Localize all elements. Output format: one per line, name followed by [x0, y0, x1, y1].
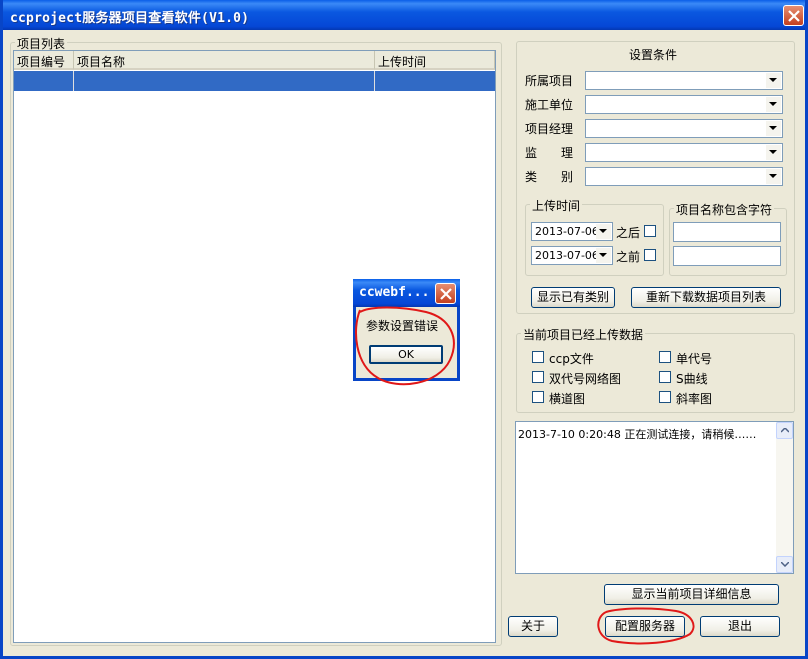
chevron-down-icon — [766, 121, 781, 136]
name-contains-input-2[interactable] — [673, 246, 781, 266]
show-types-button[interactable]: 显示已有类别 — [531, 287, 615, 308]
close-icon — [440, 288, 452, 300]
column-upload-time[interactable]: 上传时间 — [375, 51, 495, 70]
single-code-checkbox[interactable] — [659, 351, 671, 363]
column-project-id[interactable]: 项目编号 — [14, 51, 74, 70]
chevron-down-icon — [596, 224, 611, 239]
field-label-manager: 项目经理 — [525, 122, 574, 136]
close-icon — [788, 10, 800, 22]
single-code-label: 单代号 — [676, 352, 713, 366]
uploaded-data-legend: 当前项目已经上传数据 — [521, 326, 646, 343]
field-label-supervisor: 监 理 — [525, 146, 574, 160]
window-title: ccproject服务器项目查看软件(V1.0) — [10, 11, 250, 26]
title-bar[interactable]: ccproject服务器项目查看软件(V1.0) — [3, 0, 805, 30]
about-button[interactable]: 关于 — [508, 616, 558, 637]
chevron-down-icon — [781, 562, 789, 567]
ccp-file-label: ccp文件 — [549, 352, 594, 366]
log-textarea[interactable]: 2013-7-10 0:20:48 正在测试连接，请稍候…… — [515, 421, 794, 574]
main-window: ccproject服务器项目查看软件(V1.0) 项目列表 项目编号 项目名称 … — [0, 0, 808, 659]
show-details-button[interactable]: 显示当前项目详细信息 — [604, 584, 779, 605]
dialog-title-bar[interactable]: ccwebf... — [353, 279, 460, 307]
manager-select[interactable] — [585, 119, 783, 138]
reload-list-button[interactable]: 重新下载数据项目列表 — [631, 287, 781, 308]
name-contains-input-1[interactable] — [673, 222, 781, 242]
table-row[interactable] — [14, 71, 495, 91]
upload-time-legend: 上传时间 — [530, 197, 583, 214]
chevron-down-icon — [766, 73, 781, 88]
log-line: 2013-7-10 0:20:48 正在测试连接，请稍候…… — [518, 428, 757, 441]
after-date-picker[interactable]: 2013-07-06 — [531, 222, 613, 241]
contractor-select[interactable] — [585, 95, 783, 114]
config-server-button[interactable]: 配置服务器 — [605, 616, 685, 637]
scroll-up-button[interactable] — [776, 422, 793, 439]
conditions-heading: 设置条件 — [629, 48, 678, 62]
s-curve-label: S曲线 — [676, 372, 708, 386]
supervisor-select[interactable] — [585, 143, 783, 162]
log-scrollbar[interactable] — [776, 422, 793, 573]
slope-chart-label: 斜率图 — [676, 392, 713, 406]
double-code-network-checkbox[interactable] — [532, 371, 544, 383]
chevron-down-icon — [596, 248, 611, 263]
scroll-down-button[interactable] — [776, 556, 793, 573]
chevron-up-icon — [781, 428, 789, 433]
dialog-title: ccwebf... — [359, 285, 430, 300]
project-list-header: 项目编号 项目名称 上传时间 — [14, 51, 495, 70]
error-dialog: ccwebf... 参数设置错误 OK — [353, 279, 460, 381]
ccp-file-checkbox[interactable] — [532, 351, 544, 363]
s-curve-checkbox[interactable] — [659, 371, 671, 383]
gantt-label: 横道图 — [549, 392, 586, 406]
close-window-button[interactable] — [783, 5, 804, 26]
after-checkbox[interactable] — [644, 225, 656, 237]
before-label: 之前 — [616, 250, 641, 264]
field-label-contractor: 施工单位 — [525, 98, 574, 112]
before-date-picker[interactable]: 2013-07-06 — [531, 246, 613, 265]
chevron-down-icon — [766, 169, 781, 184]
slope-chart-checkbox[interactable] — [659, 391, 671, 403]
project-select[interactable] — [585, 71, 783, 90]
exit-button[interactable]: 退出 — [700, 616, 780, 637]
dialog-ok-button[interactable]: OK — [369, 345, 443, 364]
category-select[interactable] — [585, 167, 783, 186]
field-label-category: 类 别 — [525, 170, 574, 184]
field-label-project: 所属项目 — [525, 74, 574, 88]
column-project-name[interactable]: 项目名称 — [74, 51, 375, 70]
gantt-checkbox[interactable] — [532, 391, 544, 403]
chevron-down-icon — [766, 145, 781, 160]
after-label: 之后 — [616, 226, 641, 240]
dialog-close-button[interactable] — [435, 283, 456, 304]
chevron-down-icon — [766, 97, 781, 112]
dialog-message: 参数设置错误 — [366, 319, 439, 333]
before-checkbox[interactable] — [644, 249, 656, 261]
double-code-network-label: 双代号网络图 — [549, 372, 622, 386]
name-contains-legend: 项目名称包含字符 — [674, 201, 775, 218]
